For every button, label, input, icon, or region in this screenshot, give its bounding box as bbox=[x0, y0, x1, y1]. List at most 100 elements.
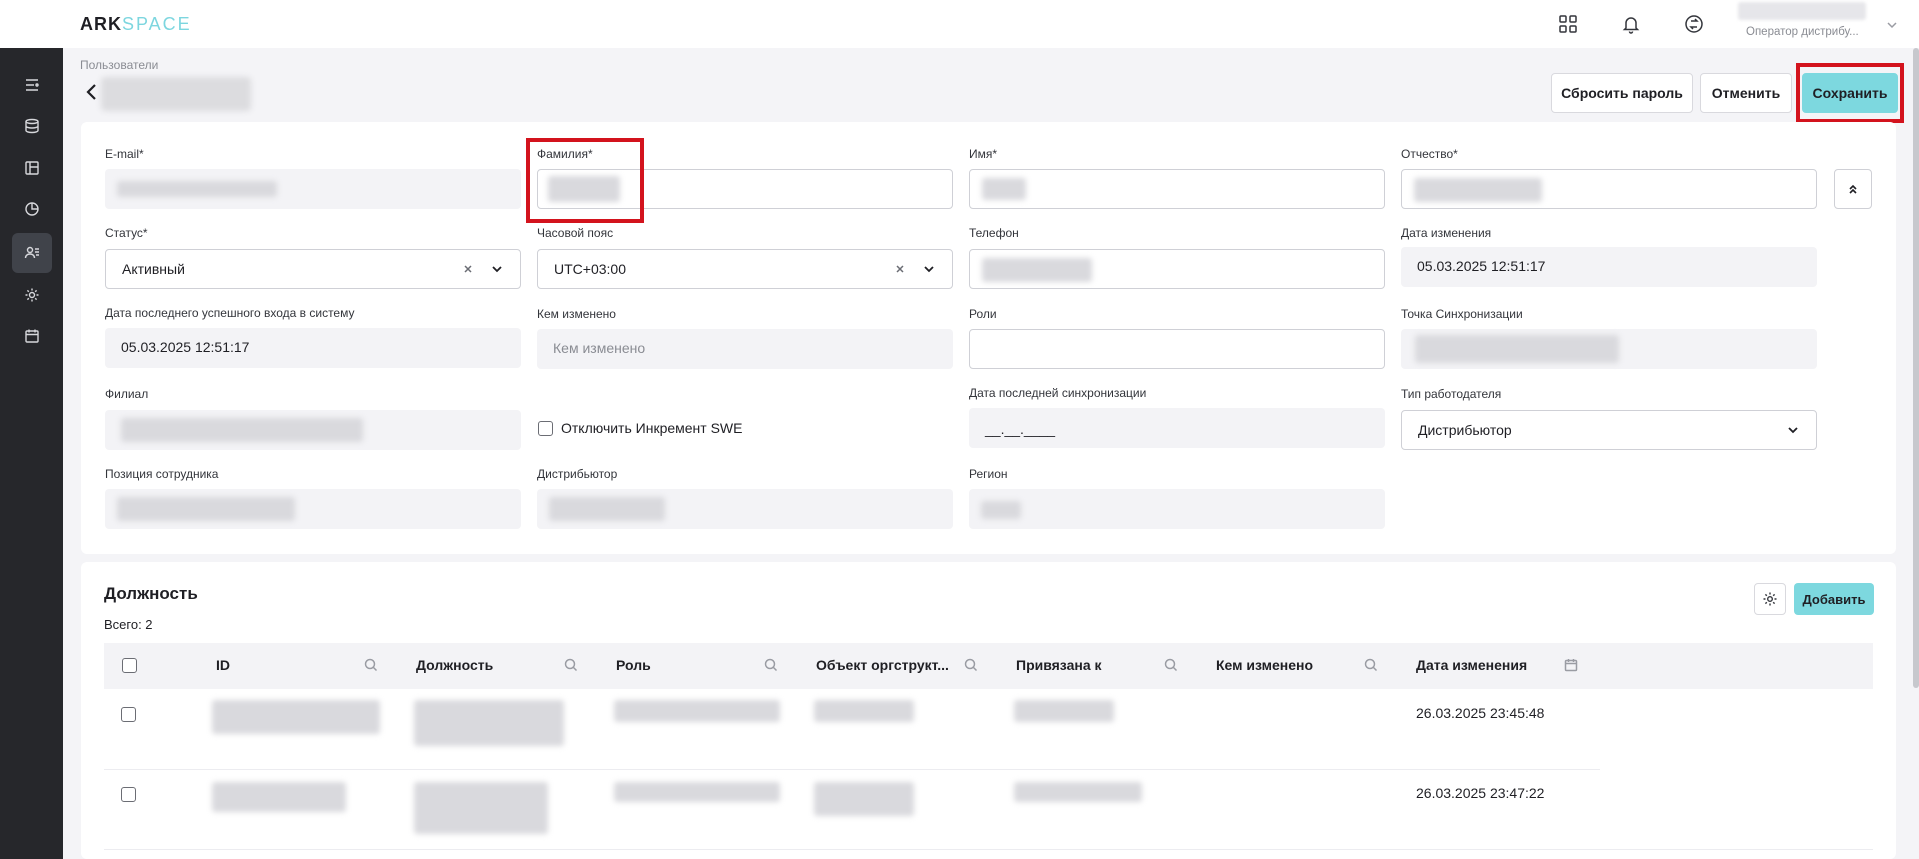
select-all-checkbox[interactable] bbox=[122, 658, 137, 673]
modified-date-label: Дата изменения bbox=[1401, 226, 1492, 240]
modified-by-label: Кем изменено bbox=[537, 307, 616, 321]
chevrons-up-icon bbox=[1849, 184, 1857, 194]
back-arrow-icon[interactable] bbox=[84, 82, 100, 104]
disable-swe-checkbox[interactable] bbox=[538, 421, 553, 436]
status-value: Активный bbox=[122, 261, 185, 277]
distributor-field bbox=[537, 489, 953, 529]
save-button-highlight bbox=[1796, 63, 1904, 123]
employer-type-label: Тип работодателя bbox=[1401, 387, 1502, 401]
row-id-redacted bbox=[212, 700, 380, 734]
column-header-linked-to[interactable]: Привязана к bbox=[1016, 657, 1102, 673]
row-linked-to-redacted bbox=[1014, 782, 1142, 802]
row-org-object-redacted bbox=[814, 782, 914, 816]
row-checkbox[interactable] bbox=[121, 787, 136, 802]
employee-position-redacted bbox=[117, 497, 295, 521]
sidebar-header bbox=[0, 0, 63, 48]
row-role-redacted bbox=[614, 782, 780, 802]
email-label: E-mail* bbox=[105, 147, 144, 161]
modified-by-field: Кем изменено bbox=[537, 329, 953, 369]
disable-swe-label[interactable]: Отключить Инкремент SWE bbox=[561, 420, 742, 436]
chevron-down-icon[interactable] bbox=[1786, 423, 1800, 437]
row-modified-date: 26.03.2025 23:47:22 bbox=[1416, 785, 1545, 801]
last-name-highlight bbox=[526, 138, 644, 223]
column-header-modified-by[interactable]: Кем изменено bbox=[1216, 657, 1313, 673]
first-name-redacted bbox=[982, 178, 1026, 200]
clear-icon[interactable] bbox=[893, 262, 907, 276]
column-header-position[interactable]: Должность bbox=[416, 657, 493, 673]
search-icon[interactable] bbox=[764, 658, 778, 672]
column-header-role[interactable]: Роль bbox=[616, 657, 651, 673]
branch-field bbox=[105, 410, 521, 450]
table-header: ID Должность Роль Объект оргструкт... Пр… bbox=[104, 643, 1873, 689]
sync-point-field bbox=[1401, 329, 1817, 369]
add-position-button[interactable]: Добавить bbox=[1794, 583, 1874, 615]
bell-icon[interactable] bbox=[1619, 12, 1643, 36]
status-select[interactable]: Активный bbox=[105, 249, 521, 289]
employer-type-select[interactable]: Дистрибьютор bbox=[1401, 410, 1817, 450]
roles-input[interactable] bbox=[969, 329, 1385, 369]
search-icon[interactable] bbox=[364, 658, 378, 672]
user-menu[interactable]: Оператор дистрибу... bbox=[1738, 2, 1888, 42]
row-position-redacted bbox=[414, 782, 548, 834]
table-settings-button[interactable] bbox=[1754, 583, 1786, 615]
page-scrollbar[interactable] bbox=[1913, 48, 1919, 688]
last-sync-value: __.__.____ bbox=[985, 421, 1056, 437]
users-icon[interactable] bbox=[12, 233, 52, 273]
brand-logo[interactable]: ARKSPACE bbox=[80, 14, 192, 35]
search-icon[interactable] bbox=[1164, 658, 1178, 672]
chevron-down-icon[interactable] bbox=[1886, 18, 1898, 30]
email-redacted bbox=[117, 181, 277, 197]
middle-name-input[interactable] bbox=[1401, 169, 1817, 209]
row-modified-date: 26.03.2025 23:45:48 bbox=[1416, 705, 1545, 721]
reset-password-button[interactable]: Сбросить пароль bbox=[1551, 73, 1693, 113]
database-icon[interactable] bbox=[12, 106, 52, 146]
sync-point-label: Точка Синхронизации bbox=[1401, 307, 1523, 321]
region-redacted bbox=[981, 501, 1021, 519]
modified-date-value: 05.03.2025 12:51:17 bbox=[1417, 258, 1546, 274]
row-linked-to-redacted bbox=[1014, 700, 1114, 722]
clear-icon[interactable] bbox=[461, 262, 475, 276]
search-icon[interactable] bbox=[964, 658, 978, 672]
timezone-value: UTC+03:00 bbox=[554, 261, 626, 277]
column-header-org-object[interactable]: Объект оргструкт... bbox=[816, 657, 949, 673]
cancel-button[interactable]: Отменить bbox=[1700, 73, 1792, 113]
region-field bbox=[969, 489, 1385, 529]
last-login-value: 05.03.2025 12:51:17 bbox=[121, 339, 250, 355]
sync-icon[interactable] bbox=[1682, 12, 1706, 36]
collapse-button[interactable] bbox=[1834, 169, 1872, 209]
row-org-object-redacted bbox=[814, 700, 914, 722]
timezone-label: Часовой пояс bbox=[537, 226, 614, 240]
first-name-label: Имя* bbox=[969, 147, 998, 161]
row-id-redacted bbox=[212, 782, 346, 812]
last-sync-field: __.__.____ bbox=[969, 408, 1385, 448]
chevron-down-icon[interactable] bbox=[922, 262, 936, 276]
chart-icon[interactable] bbox=[12, 189, 52, 229]
calendar-icon[interactable] bbox=[1564, 658, 1578, 672]
row-position-redacted bbox=[414, 700, 564, 746]
column-header-id[interactable]: ID bbox=[216, 657, 230, 673]
list-icon[interactable] bbox=[12, 65, 52, 105]
first-name-input[interactable] bbox=[969, 169, 1385, 209]
sync-point-redacted bbox=[1415, 335, 1619, 363]
phone-input[interactable] bbox=[969, 249, 1385, 289]
breadcrumb[interactable]: Пользователи bbox=[80, 58, 158, 72]
user-name-redacted bbox=[1738, 2, 1866, 20]
positions-title: Должность bbox=[104, 584, 198, 603]
branch-redacted bbox=[121, 418, 363, 442]
settings-icon[interactable] bbox=[12, 275, 52, 315]
user-role: Оператор дистрибу... bbox=[1746, 26, 1859, 38]
search-icon[interactable] bbox=[564, 658, 578, 672]
calendar-icon[interactable] bbox=[12, 316, 52, 356]
page-title-redacted bbox=[101, 77, 251, 111]
layout-icon[interactable] bbox=[12, 148, 52, 188]
phone-redacted bbox=[982, 258, 1092, 282]
chevron-down-icon[interactable] bbox=[490, 262, 504, 276]
timezone-select[interactable]: UTC+03:00 bbox=[537, 249, 953, 289]
row-checkbox[interactable] bbox=[121, 707, 136, 722]
gear-icon bbox=[1763, 592, 1777, 606]
modified-by-placeholder: Кем изменено bbox=[553, 340, 646, 356]
apps-icon[interactable] bbox=[1556, 12, 1580, 36]
column-header-modified-date[interactable]: Дата изменения bbox=[1416, 657, 1527, 673]
search-icon[interactable] bbox=[1364, 658, 1378, 672]
branch-label: Филиал bbox=[105, 387, 149, 401]
